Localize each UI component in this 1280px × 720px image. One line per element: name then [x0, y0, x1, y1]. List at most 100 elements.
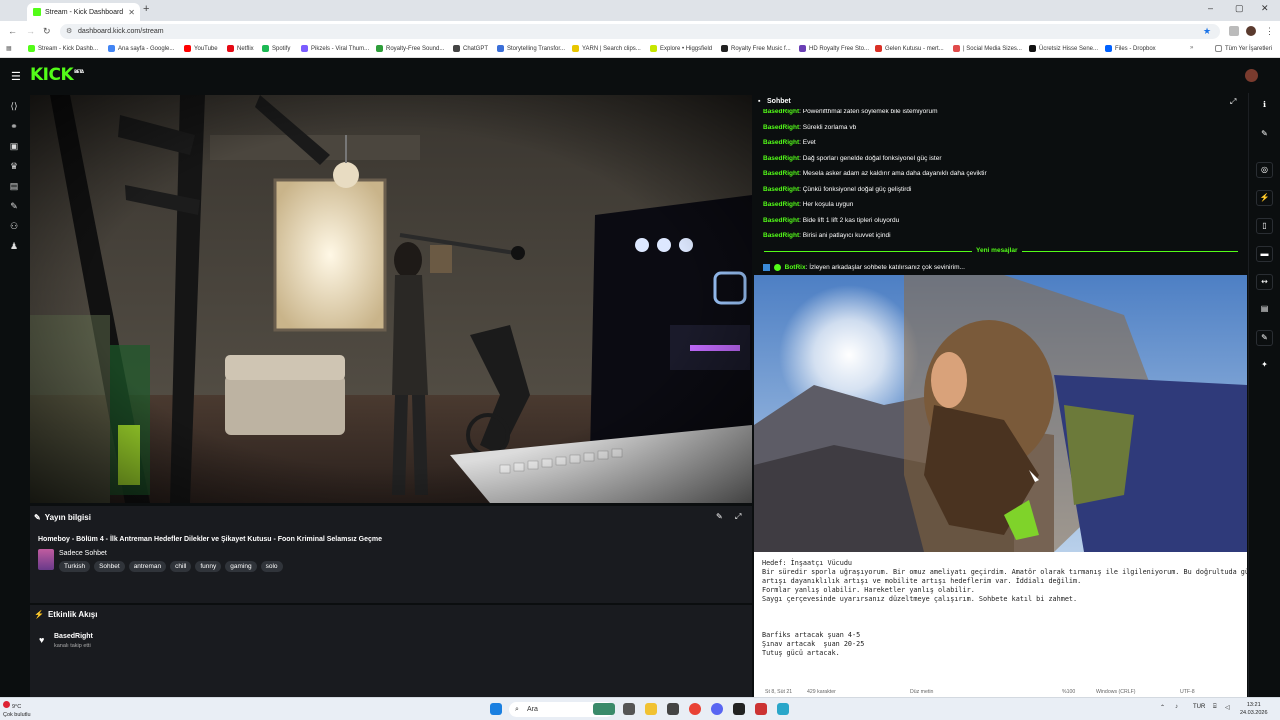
more-bookmarks-icon[interactable]: »	[1190, 45, 1193, 51]
notepad-line[interactable]: Barfiks artacak şuan 4-5	[762, 631, 860, 639]
app-icon[interactable]	[667, 703, 679, 715]
weather-widget[interactable]: 9°C Çok bulutlu	[3, 701, 31, 719]
clipboard-icon[interactable]: ▯	[1256, 218, 1273, 234]
discord-icon[interactable]	[711, 703, 723, 715]
tag-chip[interactable]: chill	[170, 561, 192, 572]
notepad-line[interactable]: Tutuş gücü artacak.	[762, 649, 840, 657]
tag-chip[interactable]: solo	[260, 561, 283, 572]
bookmark-item[interactable]: Spotify	[262, 45, 290, 52]
activity-feed-panel: ⚡ Etkinlik Akışı ♥ BasedRight kanalı tak…	[30, 605, 752, 697]
notepad-line[interactable]: Şınav artacak şuan 20-25	[762, 640, 864, 648]
category-thumbnail[interactable]	[38, 549, 54, 570]
stream-icon[interactable]: ⟨⟩	[8, 100, 20, 112]
tag-chip[interactable]: Sohbet	[94, 561, 125, 572]
file-explorer-icon[interactable]	[645, 703, 657, 715]
menu-icon[interactable]: ☰	[11, 70, 21, 83]
chat-message: BasedRight: Çünkü fonksiyonel doğal güç …	[763, 186, 912, 193]
lightning-icon[interactable]: ⚡	[1256, 190, 1273, 206]
message-icon[interactable]: ▬	[1256, 246, 1273, 262]
bookmark-star-icon[interactable]: ★	[1203, 26, 1211, 37]
volume-icon[interactable]: ◁	[1225, 704, 1230, 711]
team-icon[interactable]: ♟	[8, 240, 20, 252]
back-icon[interactable]: ←	[8, 26, 17, 36]
notepad-line[interactable]: Formlar yanlış olabilir. Hareketler yanl…	[762, 586, 975, 594]
bookmark-item[interactable]: Ücretsiz Hisse Sene...	[1029, 45, 1098, 52]
bookmark-item[interactable]: Explore • Higgsfield	[650, 45, 712, 52]
notepad-line[interactable]: artışı dayanıklılık artışı ve mobilite a…	[762, 577, 1081, 585]
layout-icon[interactable]: ▣	[8, 140, 20, 152]
window-close-icon[interactable]: ✕	[1261, 3, 1269, 14]
camera-icon[interactable]: ◎	[1256, 162, 1273, 178]
tray-expand-icon[interactable]: ⌃	[1160, 704, 1165, 711]
windows-start-icon[interactable]	[490, 703, 502, 715]
minimize-icon[interactable]: –	[1208, 3, 1213, 13]
bookmark-item[interactable]: Ana sayfa - Google...	[108, 45, 174, 52]
bookmark-item[interactable]: Royalty-Free Sound...	[376, 45, 444, 52]
network-icon[interactable]: ⌸	[1213, 704, 1217, 711]
community-icon[interactable]: ⚇	[8, 220, 20, 232]
library-icon[interactable]: ▤	[8, 180, 20, 192]
profile-avatar[interactable]	[1246, 26, 1256, 36]
bookmark-item[interactable]: YARN | Search clips...	[572, 45, 641, 52]
mic-icon[interactable]: ♪	[1175, 704, 1178, 710]
notepad-icon[interactable]	[777, 703, 789, 715]
widgets-icon[interactable]	[593, 703, 615, 715]
bookmark-item[interactable]: Storytelling Transfor...	[497, 45, 565, 52]
obs-icon[interactable]	[733, 703, 745, 715]
cursor-position: St 8, Süt 21	[765, 689, 793, 695]
maximize-icon[interactable]: ▢	[1235, 3, 1244, 14]
browser-menu-icon[interactable]: ⋮	[1265, 26, 1274, 37]
extension-icon[interactable]	[1229, 26, 1239, 36]
browser-tab-active[interactable]: Stream - Kick Dashboard ✕	[27, 3, 140, 21]
tag-chip[interactable]: gaming	[225, 561, 257, 572]
link-icon[interactable]: ⚭	[8, 120, 20, 132]
notepad-line[interactable]: Bir süredir sporla uğraşıyorum. Bir omuz…	[762, 568, 1253, 576]
bookmark-item[interactable]: Gelen Kutusu - mert...	[875, 45, 944, 52]
reload-icon[interactable]: ↻	[43, 26, 51, 37]
bookmark-item[interactable]: Pikzels - Viral Thum...	[301, 45, 369, 52]
popout-icon[interactable]: ⤢	[735, 512, 741, 522]
tag-chip[interactable]: Turkish	[59, 561, 91, 572]
apps-icon[interactable]: ✦	[1256, 358, 1273, 374]
bookmark-item[interactable]: YouTube	[184, 45, 218, 52]
new-tab-icon[interactable]: +	[143, 3, 149, 15]
bookmark-item[interactable]: HD Royalty Free Sto...	[799, 45, 869, 52]
bookmark-favicon-icon	[301, 45, 308, 52]
tools-icon[interactable]: ✎	[8, 200, 20, 212]
close-tab-icon[interactable]: ✕	[128, 8, 135, 17]
chrome-icon[interactable]	[689, 703, 701, 715]
apps-grid-icon[interactable]: ▦	[6, 45, 12, 52]
kick-logo[interactable]: KICKBETA	[30, 65, 84, 85]
site-info-icon[interactable]: ⚙	[66, 24, 72, 39]
pencil-icon[interactable]: ✎	[1256, 127, 1273, 143]
taskbar-clock[interactable]: 13:21 24.03.2026	[1240, 701, 1268, 717]
chat-popout-icon[interactable]: ⤢	[1230, 97, 1236, 107]
raid-icon[interactable]: ↭	[1256, 274, 1273, 290]
app-icon-2[interactable]	[755, 703, 767, 715]
category-name[interactable]: Sadece Sohbet	[59, 550, 107, 557]
storage-icon[interactable]: ▤	[1256, 302, 1273, 318]
bookmark-item[interactable]: Netflix	[227, 45, 254, 52]
bookmark-item[interactable]: Files - Dropbox	[1105, 45, 1156, 52]
bookmark-favicon-icon	[453, 45, 460, 52]
tag-chip[interactable]: antreman	[128, 561, 167, 572]
user-avatar[interactable]	[1245, 69, 1258, 82]
keyboard-lang[interactable]: TUR	[1193, 704, 1205, 710]
bookmark-item[interactable]: Royalty Free Music f...	[721, 45, 791, 52]
stream-preview-video[interactable]	[30, 95, 752, 503]
notepad-line[interactable]: Saygı çerçevesinde uyarırsanız düzeltmey…	[762, 595, 1077, 603]
all-bookmarks-link[interactable]: Tüm Yer İşaretleri	[1215, 45, 1272, 52]
bookmark-item[interactable]: ChatGPT	[453, 45, 488, 52]
forward-icon[interactable]: →	[26, 26, 35, 36]
task-view-icon[interactable]	[623, 703, 635, 715]
bookmark-item[interactable]: Stream - Kick Dashb...	[28, 45, 98, 52]
info-icon[interactable]: ℹ	[1256, 98, 1273, 114]
tag-chip[interactable]: funny	[195, 561, 222, 572]
bookmark-item[interactable]: | Social Media Sizes...	[953, 45, 1022, 52]
activity-user[interactable]: BasedRight	[54, 633, 93, 640]
wrench-tool-icon[interactable]: ✎	[1256, 330, 1273, 346]
notepad-line[interactable]: Hedef: İnşaatçı Vücudu	[762, 559, 852, 567]
url-field[interactable]: ⚙ dashboard.kick.com/stream	[60, 24, 1220, 39]
trophy-icon[interactable]: ♛	[8, 160, 20, 172]
edit-icon[interactable]: ✎	[716, 512, 723, 521]
